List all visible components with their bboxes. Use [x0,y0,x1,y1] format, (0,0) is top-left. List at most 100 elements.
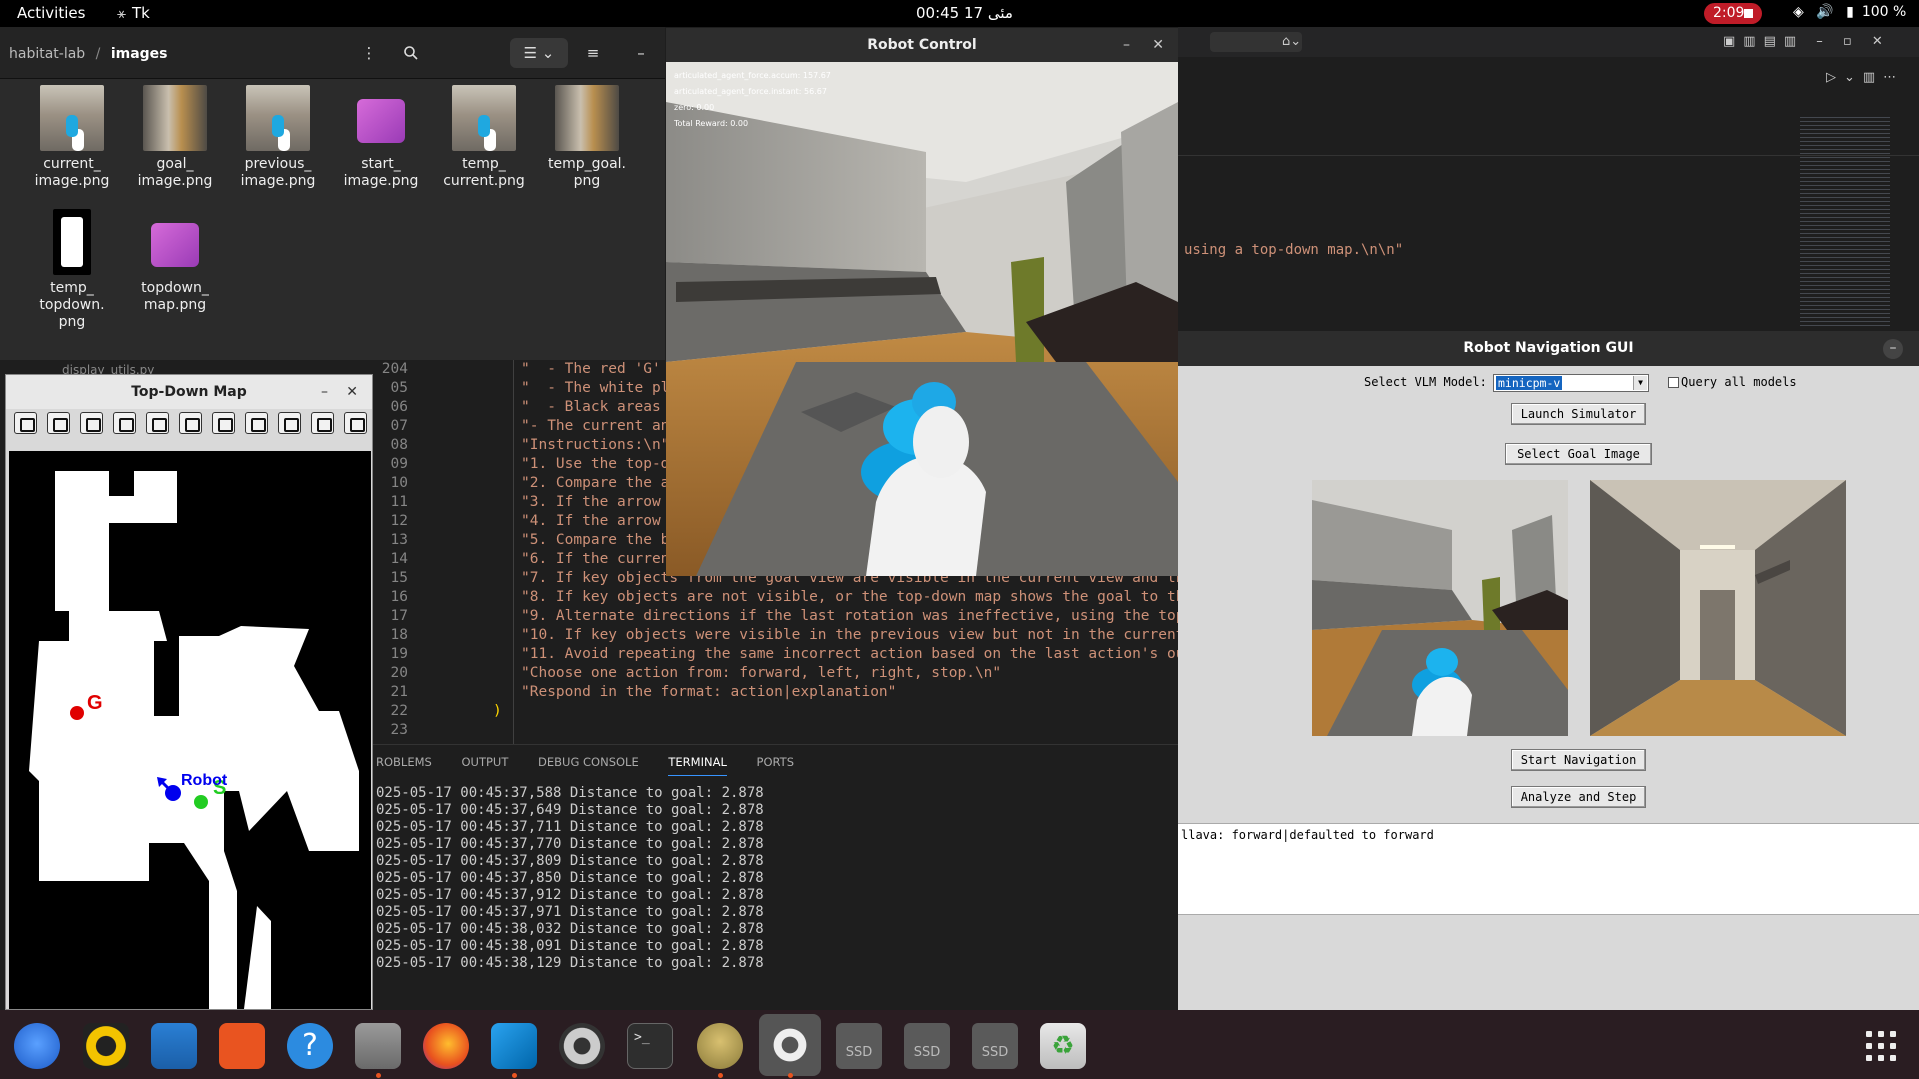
more-menu-button[interactable]: ⋮ [354,38,384,68]
code-line[interactable]: using a top-down map.\n\n" [1184,242,1403,258]
volume-icon: 🔊 [1816,4,1834,20]
code-line[interactable]: ) [493,702,1202,721]
firefox-icon[interactable] [423,1023,469,1069]
chevron-down-icon[interactable]: ▼ [1633,376,1647,390]
files-window: habitat-lab / images ⋮ ☰ ⌄ ≡ – current_ i… [0,27,665,377]
start-navigation-button[interactable]: Start Navigation [1511,749,1646,771]
code-line[interactable]: "Choose one action from: forward, left, … [521,664,1202,683]
app-name: Tk [132,4,150,22]
activities-button[interactable]: Activities [17,4,85,22]
close-button[interactable]: ✕ [1152,28,1164,62]
code-line[interactable]: "Respond in the format: action|explanati… [521,683,1202,702]
code-line[interactable]: "8. If key objects are not visible, or t… [521,588,1202,607]
ssd-drive-icon[interactable]: SSD [972,1023,1018,1069]
model-select[interactable]: minicpm-v ▼ [1493,374,1649,392]
files-icon[interactable] [355,1023,401,1069]
hud-row: Total Reward: 0.00 [674,119,749,128]
settings-active-icon[interactable] [759,1014,821,1076]
help-icon[interactable]: ? [287,1023,333,1069]
file-item[interactable]: topdown_ map.png [123,209,227,314]
terminal-line: 025-05-17 00:45:37,912 Distance to goal:… [376,887,764,903]
code-line[interactable]: "11. Avoid repeating the same incorrect … [521,645,1202,664]
minimize-button[interactable]: – [1123,28,1130,62]
code-line[interactable]: "10. If key objects were visible in the … [521,626,1202,645]
minimize-button[interactable]: – [626,38,656,68]
file-name: image.png [34,173,110,189]
image-icon[interactable] [179,412,202,434]
analyze-step-button[interactable]: Analyze and Step [1511,786,1646,808]
map-canvas[interactable]: G S Robot [9,451,371,1009]
tab-output[interactable]: OUTPUT [461,755,508,769]
terminal-output[interactable]: 025-05-17 00:45:37,588 Distance to goal:… [376,785,764,972]
gimp-icon[interactable] [697,1023,743,1069]
vscode-icon[interactable] [491,1023,537,1069]
launch-simulator-button[interactable]: Launch Simulator [1511,403,1646,425]
tab-ports[interactable]: PORTS [757,755,794,769]
files-header: habitat-lab / images ⋮ ☰ ⌄ ≡ – [0,27,665,79]
run-controls[interactable]: ▷⌄▥⋯ [1826,70,1904,85]
app-menu[interactable]: ⚹ Tk [117,4,150,22]
view-options-button[interactable]: ≡ [578,38,608,68]
code-line[interactable]: "9. Alternate directions if the last rot… [521,607,1202,626]
search-button[interactable] [396,38,426,68]
tab-problems[interactable]: ROBLEMS [376,755,432,769]
output-textbox[interactable]: llava: forward|defaulted to forward [1178,823,1919,915]
breadcrumb[interactable]: habitat-lab / images [9,46,168,62]
model-select-value: minicpm-v [1496,376,1563,390]
robot-control-title-bar: Robot Control – ✕ [666,28,1178,62]
zoom-out-icon[interactable] [245,412,268,434]
app-center-icon[interactable] [219,1023,265,1069]
layout-controls[interactable]: ▣▥▤▥ – ▫ ✕ [1723,34,1891,49]
settings-icon[interactable] [344,412,367,434]
file-item[interactable]: start_ image.png [329,85,433,190]
ssd-drive-icon[interactable]: SSD [904,1023,950,1069]
tab-debug-console[interactable]: DEBUG CONSOLE [538,755,639,769]
file-item[interactable]: previous_ image.png [226,85,330,190]
thunderbird-icon[interactable] [14,1023,60,1069]
fit-icon[interactable] [146,412,169,434]
down-icon[interactable] [113,412,136,434]
forward-icon[interactable] [47,412,70,434]
topdown-title-bar: Top-Down Map – ✕ [6,375,372,409]
file-item[interactable]: temp_ topdown. png [20,209,124,331]
close-button[interactable]: ✕ [346,375,358,409]
system-menu[interactable]: ◈ 🔊 ▮ 100 % [1793,4,1914,20]
zoom-in-icon[interactable] [212,412,235,434]
tab-terminal[interactable]: TERMINAL [668,755,727,776]
show-apps-icon[interactable] [1866,1031,1896,1061]
panel-tabs: ROBLEMS OUTPUT DEBUG CONSOLE TERMINAL PO… [376,755,820,776]
query-all-checkbox[interactable] [1668,377,1679,388]
select-goal-image-button[interactable]: Select Goal Image [1505,443,1652,465]
copy-icon[interactable] [311,412,334,434]
save-icon[interactable] [278,412,301,434]
occupancy-map: G S Robot [9,451,371,1009]
file-item[interactable]: goal_ image.png [123,85,227,190]
view-toggle-button[interactable]: ☰ ⌄ [510,38,568,68]
hud-row: articulated_agent_force.instant: 56.67 [674,87,827,96]
breadcrumb-current[interactable]: images [111,46,168,62]
rhythmbox-icon[interactable] [83,1023,129,1069]
code-line[interactable] [521,721,1202,740]
settings-icon[interactable] [559,1023,605,1069]
file-item[interactable]: temp_goal. png [535,85,639,190]
file-item[interactable]: current_ image.png [20,85,124,190]
text-editor-icon[interactable] [151,1023,197,1069]
minimize-button[interactable]: – [321,375,328,409]
file-name: topdown_ [141,280,209,296]
recording-indicator[interactable]: 2:09 [1704,3,1762,24]
terminal-icon[interactable]: >_ [627,1023,673,1069]
minimap[interactable] [1800,117,1890,327]
back-icon[interactable] [14,412,37,434]
ssd-drive-icon[interactable]: SSD [836,1023,882,1069]
breadcrumb-parent[interactable]: habitat-lab [9,46,85,62]
clock[interactable]: 00:45 17 مئى [916,4,1013,22]
file-item[interactable]: temp_ current.png [432,85,536,190]
up-icon[interactable] [80,412,103,434]
copilot-icon[interactable]: ⌂⌄ [1282,34,1301,49]
terminal-line: 025-05-17 00:45:37,809 Distance to goal:… [376,853,764,869]
battery-icon: ▮ [1846,4,1854,20]
trash-icon[interactable]: ♻ [1040,1023,1086,1069]
simulator-view[interactable]: articulated_agent_force.accum: 157.67 ar… [666,62,1178,576]
minimize-button[interactable]: – [1883,339,1903,359]
goal-label: G [87,692,103,714]
